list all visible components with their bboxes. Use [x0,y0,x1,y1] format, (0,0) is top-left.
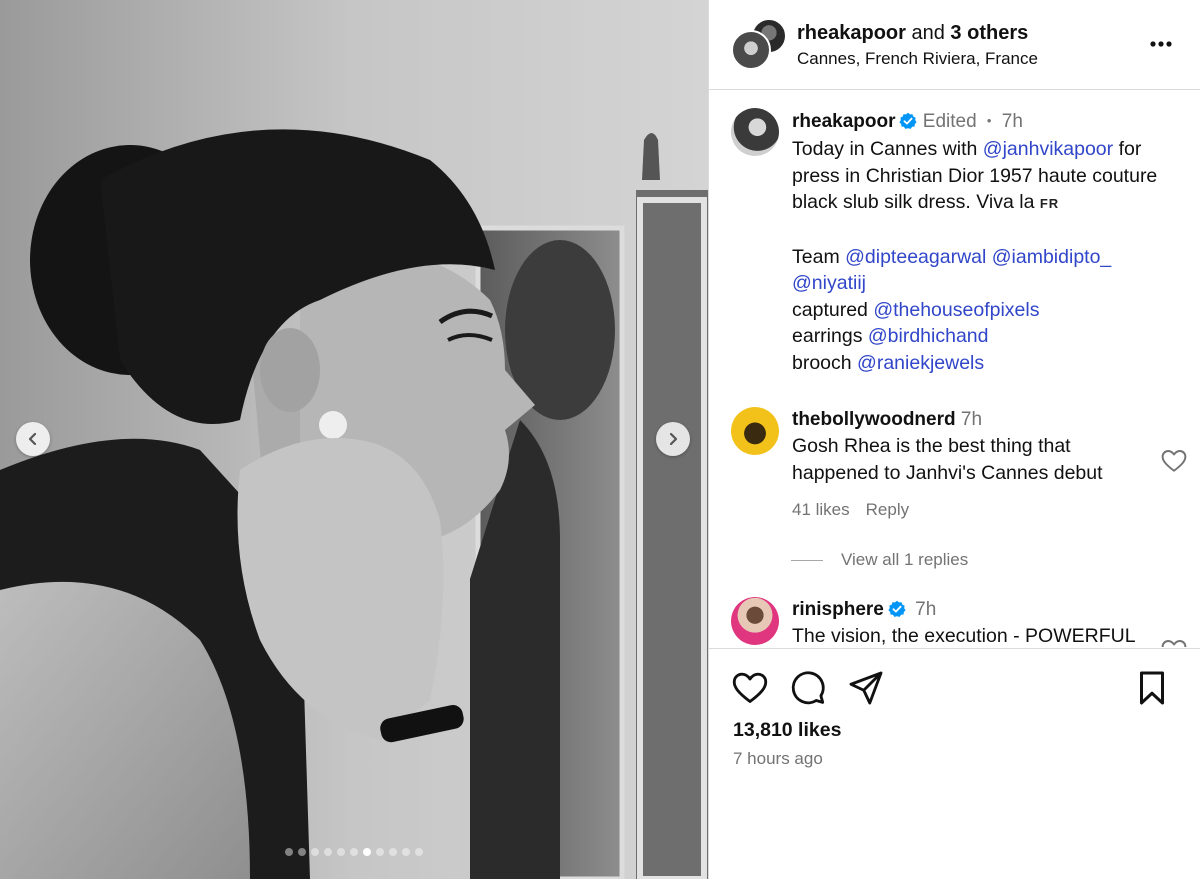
avatar[interactable] [731,108,779,156]
verified-badge-icon [888,600,906,617]
carousel-dot [311,848,319,856]
comment-meta: thebollywoodnerd 7h [792,407,1168,433]
edited-label: Edited [922,111,977,132]
mention-link[interactable]: @dipteeagarwal [845,246,986,268]
mention-link[interactable]: @thehouseofpixels [873,299,1039,321]
chevron-left-icon [28,432,37,446]
post-timestamp[interactable]: 7 hours ago [733,749,823,769]
share-icon [849,671,883,705]
carousel-dot [298,848,306,856]
post-media[interactable] [0,0,708,879]
mention-link[interactable]: @janhvikapoor [983,138,1113,160]
caption-body: rheakapoor Edited • 7h Today in Cannes w… [792,108,1168,376]
header-title: rheakapoor and 3 others [797,20,1038,46]
caption-text-part: Today in Cannes with [792,138,983,160]
caption-username[interactable]: rheakapoor [792,111,895,132]
carousel-dot [389,848,397,856]
mention-link[interactable]: @iambidipto_ [992,246,1112,268]
comment-time[interactable]: 7h [961,409,982,430]
carousel-dot [376,848,384,856]
comment: thebollywoodnerd 7h Gosh Rhea is the bes… [731,407,1191,527]
comment-icon [791,671,825,705]
credit-earrings: earrings @birdhichand [792,323,1168,350]
carousel-indicator [0,848,708,856]
credit-label: captured [792,298,874,321]
post-photo [0,0,708,879]
comment: rinisphere 7h The vision, the execution … [731,597,1191,647]
post-actions: 13,810 likes 7 hours ago [709,648,1200,879]
like-button[interactable] [731,669,769,707]
comment-body: thebollywoodnerd 7h Gosh Rhea is the bes… [792,407,1168,520]
comment-username[interactable]: thebollywoodnerd [792,409,956,430]
comment-username[interactable]: rinisphere [792,599,884,620]
carousel-dot [363,848,371,856]
view-replies-button[interactable]: View all 1 replies [791,550,968,570]
more-horizontal-icon[interactable] [1147,32,1175,56]
location-link[interactable]: Cannes, French Riviera, France [797,47,1038,71]
avatar[interactable] [731,597,779,645]
carousel-dot [415,848,423,856]
carousel-next-button[interactable] [656,422,690,456]
view-replies-label: View all 1 replies [841,550,969,569]
credit-label: Team [792,245,846,268]
carousel-dot [402,848,410,856]
credit-label: brooch [792,351,858,374]
comment-text: Gosh Rhea is the best thing that happene… [792,435,1103,484]
flag-emoji: FR [1039,196,1060,211]
save-button[interactable] [1133,669,1171,707]
comment-text: The vision, the execution - POWERFUL [792,625,1136,647]
reply-button[interactable]: Reply [866,500,909,519]
carousel-dot [337,848,345,856]
heart-icon [732,672,768,703]
caption-text: Today in Cannes with @janhvikapoor for p… [792,136,1168,218]
reply-divider [791,559,823,561]
comment-time[interactable]: 7h [915,599,936,620]
heart-icon[interactable] [1161,449,1187,473]
caption-time[interactable]: 7h [1002,111,1023,132]
mention-link[interactable]: @birdhichand [868,325,989,347]
header-text: rheakapoor and 3 others Cannes, French R… [797,20,1038,71]
credit-label: earrings [792,325,868,347]
author-link[interactable]: rheakapoor [797,22,906,44]
mention-link[interactable]: @raniekjewels [857,352,984,374]
meta-separator: • [986,113,992,128]
verified-badge-icon [899,112,918,129]
carousel-dot [285,848,293,856]
avatar[interactable] [731,407,779,455]
likes-count[interactable]: 13,810 likes [733,719,841,742]
others-link[interactable]: 3 others [950,22,1028,44]
carousel-dot [350,848,358,856]
comment-actions: 41 likes Reply [792,500,1168,520]
comment-meta: rinisphere 7h [792,597,1168,623]
avatar [731,30,771,70]
post-header: rheakapoor and 3 others Cannes, French R… [709,0,1200,90]
comment-button[interactable] [789,669,827,707]
collab-avatars[interactable] [731,18,787,70]
share-button[interactable] [847,669,885,707]
caption-meta: rheakapoor Edited • 7h [792,108,1168,135]
carousel-prev-button[interactable] [16,422,50,456]
credit-brooch: brooch @raniekjewels [792,350,1168,377]
instagram-post: rheakapoor and 3 others Cannes, French R… [0,0,1200,879]
credit-captured: captured @thehouseofpixels [792,297,1168,324]
heart-icon[interactable] [1161,639,1187,647]
chevron-right-icon [669,432,678,446]
mention-link[interactable]: @niyatiij [792,272,866,294]
post-side-panel: rheakapoor and 3 others Cannes, French R… [708,0,1200,879]
comments-scroll-area[interactable]: rheakapoor Edited • 7h Today in Cannes w… [709,91,1200,647]
comment-body: rinisphere 7h The vision, the execution … [792,597,1168,647]
header-joiner: and [905,22,951,44]
carousel-dot [324,848,332,856]
caption-credits: Team @dipteeagarwal @iambidipto_ @niyati… [792,244,1168,377]
credit-team: Team @dipteeagarwal @iambidipto_ @niyati… [792,244,1168,297]
comment-likes[interactable]: 41 likes [792,500,850,519]
bookmark-icon [1140,671,1164,705]
